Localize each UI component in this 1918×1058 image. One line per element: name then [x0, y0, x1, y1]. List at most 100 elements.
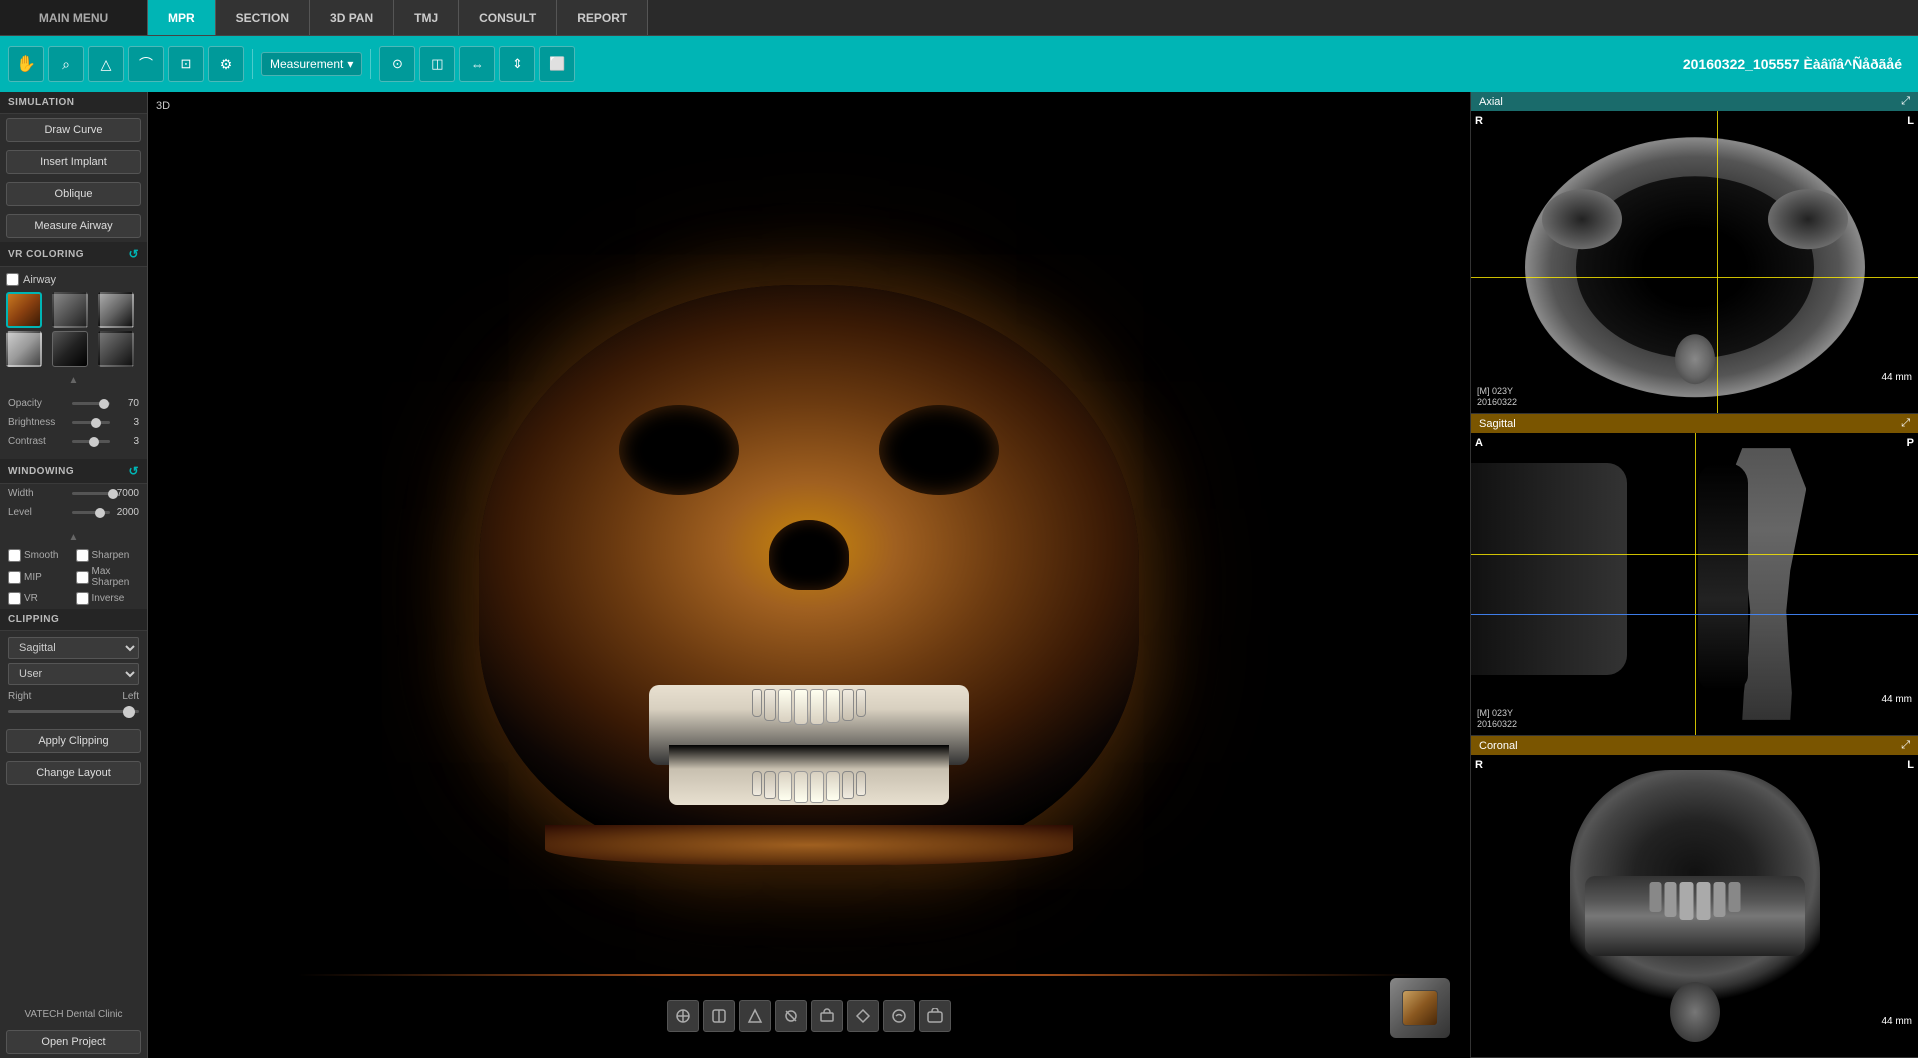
inverse-checkbox[interactable] — [76, 592, 89, 605]
clipping-left-label: Left — [122, 691, 139, 702]
camera-tool-button[interactable]: ⊡ — [168, 46, 204, 82]
open-project-button[interactable]: Open Project — [6, 1030, 141, 1054]
vb-btn-6[interactable] — [847, 1000, 879, 1032]
color-preset-6[interactable] — [98, 331, 134, 367]
change-layout-button[interactable]: Change Layout — [6, 761, 141, 785]
vb-btn-2[interactable] — [703, 1000, 735, 1032]
vb-btn-1[interactable] — [667, 1000, 699, 1032]
opacity-value: 70 — [114, 398, 139, 409]
sagittal-image-container[interactable]: A P 44 mm [M] 023Y — [1471, 433, 1918, 735]
airway-checkbox[interactable] — [6, 273, 19, 286]
chevron-down-icon: ▾ — [347, 57, 353, 71]
axial-expand-icon[interactable]: ⤢ — [1901, 95, 1910, 108]
vr-coloring-section-header: VR COLORING ↺ — [0, 242, 147, 267]
skull-eye-left — [619, 405, 739, 495]
color-preset-2[interactable] — [52, 292, 88, 328]
vr-collapse-arrow[interactable]: ▲ — [6, 373, 141, 388]
tab-mpr[interactable]: MPR — [148, 0, 216, 35]
mip-checkbox[interactable] — [8, 571, 21, 584]
smooth-checkbox[interactable] — [8, 549, 21, 562]
insert-implant-button[interactable]: Insert Implant — [6, 150, 141, 174]
tab-consult[interactable]: CONSULT — [459, 0, 557, 35]
coronal-l-label: L — [1907, 759, 1914, 771]
color-preset-4[interactable] — [6, 331, 42, 367]
opacity-slider-section: Opacity 70 Brightness 3 Contrast 3 — [0, 394, 147, 459]
zoom-tool-button[interactable]: ⌕ — [48, 46, 84, 82]
flip-v-icon: ⇕ — [512, 56, 523, 72]
vb-btn-3[interactable] — [739, 1000, 771, 1032]
width-thumb[interactable] — [108, 489, 118, 499]
windowing-section-header: WINDOWING ↺ — [0, 459, 147, 484]
level-thumb[interactable] — [95, 508, 105, 518]
company-label: VATECH Dental Clinic — [0, 1003, 147, 1026]
draw-curve-button[interactable]: Draw Curve — [6, 118, 141, 142]
zoom-icon: ⌕ — [62, 56, 70, 73]
tab-section[interactable]: SECTION — [216, 0, 310, 35]
clipping-panel: Sagittal User Right Left — [0, 631, 147, 725]
measure-airway-button[interactable]: Measure Airway — [6, 214, 141, 238]
triangle-icon: △ — [101, 56, 112, 73]
toolbar: ✋ ⌕ △ ⌒ ⊡ ⚙ Measurement ▾ ⊙ ◫ ⇔ ⇕ ⬜ 2016… — [0, 36, 1918, 92]
color-preset-5[interactable] — [52, 331, 88, 367]
clipping-lr-labels: Right Left — [8, 689, 139, 704]
axial-patient-info: [M] 023Y 20160322 — [1477, 386, 1517, 409]
vb-btn-7[interactable] — [883, 1000, 915, 1032]
axial-image-container[interactable]: R L — [1471, 111, 1918, 413]
flip-h-button[interactable]: ⇔ — [459, 46, 495, 82]
hand-tool-button[interactable]: ✋ — [8, 46, 44, 82]
view-skull-front-button[interactable]: ⊙ — [379, 46, 415, 82]
opacity-thumb[interactable] — [99, 399, 109, 409]
contrast-thumb[interactable] — [89, 437, 99, 447]
windowing-collapse-arrow[interactable]: ▲ — [0, 530, 147, 545]
axial-view: Axial ⤢ R L — [1471, 92, 1918, 414]
view-skull-side-button[interactable]: ◫ — [419, 46, 455, 82]
toolbar-separator-2 — [370, 49, 371, 79]
vb-btn-4[interactable] — [775, 1000, 807, 1032]
tab-report[interactable]: REPORT — [557, 0, 648, 35]
coronal-label: Coronal ⤢ — [1471, 736, 1918, 755]
vb-btn-5[interactable] — [811, 1000, 843, 1032]
windowing-refresh-icon[interactable]: ↺ — [128, 464, 139, 478]
sagittal-expand-icon[interactable]: ⤢ — [1901, 417, 1910, 430]
level-row: Level 2000 — [8, 507, 139, 518]
flip-v-button[interactable]: ⇕ — [499, 46, 535, 82]
max-sharpen-checkbox[interactable] — [76, 571, 89, 584]
box-tool-button[interactable]: ⬜ — [539, 46, 575, 82]
measurement-dropdown[interactable]: Measurement ▾ — [261, 52, 362, 76]
main-menu-tab[interactable]: MAIN MENU — [0, 0, 148, 35]
tab-3dpan[interactable]: 3D PAN — [310, 0, 394, 35]
airway-label: Airway — [23, 274, 56, 286]
oblique-button[interactable]: Oblique — [6, 182, 141, 206]
axial-crosshair-h — [1471, 277, 1918, 278]
color-preset-1[interactable] — [6, 292, 42, 328]
brightness-value: 3 — [114, 417, 139, 428]
color-preset-3[interactable] — [98, 292, 134, 328]
vb-btn-8[interactable] — [919, 1000, 951, 1032]
coronal-expand-icon[interactable]: ⤢ — [1901, 739, 1910, 752]
curve-tool-button[interactable]: ⌒ — [128, 46, 164, 82]
apply-clipping-button[interactable]: Apply Clipping — [6, 729, 141, 753]
triangle-tool-button[interactable]: △ — [88, 46, 124, 82]
coronal-mm-label: 44 mm — [1881, 1016, 1912, 1027]
max-sharpen-label: Max Sharpen — [92, 566, 140, 588]
navigation-cube[interactable] — [1390, 978, 1450, 1038]
clipping-dropdown-sagittal[interactable]: Sagittal — [8, 637, 139, 659]
vr-checkbox[interactable] — [8, 592, 21, 605]
sagittal-patient-info: [M] 023Y 20160322 — [1477, 708, 1517, 731]
camera-icon: ⊡ — [181, 56, 192, 72]
toolbar-separator-1 — [252, 49, 253, 79]
sagittal-p-label: P — [1907, 437, 1914, 449]
mip-label: MIP — [24, 572, 42, 583]
inverse-checkbox-item: Inverse — [76, 592, 140, 605]
sharpen-checkbox[interactable] — [76, 549, 89, 562]
brightness-thumb[interactable] — [91, 418, 101, 428]
viewport-3d[interactable]: 3D — [148, 92, 1470, 1058]
smooth-label: Smooth — [24, 550, 58, 561]
settings-tool-button[interactable]: ⚙ — [208, 46, 244, 82]
contrast-row: Contrast 3 — [8, 436, 139, 447]
coronal-image-container[interactable]: R L — [1471, 755, 1918, 1057]
viewport-bottom-toolbar — [657, 994, 961, 1038]
tab-tmj[interactable]: TMJ — [394, 0, 459, 35]
vr-coloring-refresh-icon[interactable]: ↺ — [128, 247, 139, 261]
clipping-dropdown-user[interactable]: User — [8, 663, 139, 685]
